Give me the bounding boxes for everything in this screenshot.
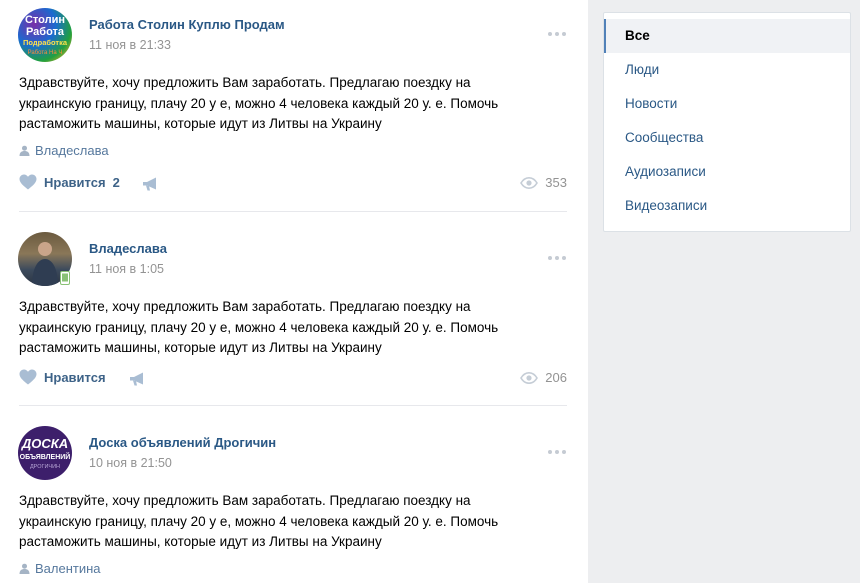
avatar[interactable]: Столин Работа Подработка Работа На Ч [18,8,72,62]
svg-text:Столин: Столин [25,14,65,26]
eye-icon [520,371,539,384]
svg-text:ДОСКА: ДОСКА [21,436,68,451]
svg-text:Работа На Ч: Работа На Ч [28,50,63,56]
post-actions: Нравится 2 353 [19,174,567,194]
filter-communities[interactable]: Сообщества [604,121,850,155]
more-actions-icon[interactable] [548,256,566,260]
post-author-link[interactable]: Работа Столин Куплю Продам [89,17,285,32]
post-actions: Нравится 206 [19,369,567,389]
filter-all[interactable]: Все [604,19,850,53]
filter-news[interactable]: Новости [604,87,850,121]
post-author-link[interactable]: Владеслава [89,241,167,256]
post-header: Владеслава 11 ноя в 1:05 [18,232,578,286]
like-count: 2 [112,174,120,190]
eye-icon [520,176,539,189]
user-icon [19,145,30,156]
like-label: Нравится [44,174,106,190]
post-date-link[interactable]: 11 ноя в 21:33 [89,38,171,52]
post-signer-name: Владеслава [35,143,109,158]
share-button[interactable] [129,371,147,390]
filter-video[interactable]: Видеозаписи [604,189,850,223]
like-button[interactable]: Нравится 2 [19,174,120,190]
post: Столин Работа Подработка Работа На Ч Раб… [0,0,588,212]
svg-text:ДРОГИЧИН: ДРОГИЧИН [30,464,60,470]
post-divider [19,211,567,212]
post-text: Здравствуйте, хочу предложить Вам зарабо… [19,493,499,549]
like-button[interactable]: Нравится [19,369,106,385]
post-text: Здравствуйте, хочу предложить Вам зарабо… [19,75,499,131]
post-divider [19,405,567,406]
svg-text:Работа: Работа [26,26,65,38]
svg-text:Подработка: Подработка [23,38,68,47]
post-header: ДОСКА ОБЪЯВЛЕНИЙ ДРОГИЧИН Доска объявлен… [18,426,578,480]
post-signer[interactable]: Валентина [19,561,101,576]
share-button[interactable] [142,176,160,195]
views-count: 353 [545,175,567,190]
post-header: Столин Работа Подработка Работа На Ч Раб… [18,8,578,62]
views-count: 206 [545,370,567,385]
avatar-logo-icon: Столин Работа Подработка Работа На Ч [23,14,68,56]
views-counter: 206 [520,370,567,385]
news-feed: Столин Работа Подработка Работа На Ч Раб… [0,0,588,583]
search-filter-menu: Все Люди Новости Сообщества Аудиозаписи … [603,12,851,232]
filter-people[interactable]: Люди [604,53,850,87]
more-actions-icon[interactable] [548,32,566,36]
post-date-link[interactable]: 10 ноя в 21:50 [89,456,172,470]
user-icon [19,563,30,574]
svg-text:ОБЪЯВЛЕНИЙ: ОБЪЯВЛЕНИЙ [20,452,71,461]
mobile-online-icon [60,271,70,285]
filter-audio[interactable]: Аудиозаписи [604,155,850,189]
post-signer-name: Валентина [35,561,101,576]
like-label: Нравится [44,369,106,385]
post-author-link[interactable]: Доска объявлений Дрогичин [89,435,276,450]
megaphone-icon [143,177,156,191]
post-signer[interactable]: Владеслава [19,143,109,158]
avatar-logo-icon: ДОСКА ОБЪЯВЛЕНИЙ ДРОГИЧИН [20,436,71,470]
megaphone-icon [130,372,143,386]
post-text: Здравствуйте, хочу предложить Вам зарабо… [19,299,499,355]
views-counter: 353 [520,175,567,190]
avatar[interactable]: ДОСКА ОБЪЯВЛЕНИЙ ДРОГИЧИН [18,426,72,480]
heart-icon [19,174,37,190]
more-actions-icon[interactable] [548,450,566,454]
post: Владеслава 11 ноя в 1:05 Здравствуйте, х… [0,224,588,406]
post: ДОСКА ОБЪЯВЛЕНИЙ ДРОГИЧИН Доска объявлен… [0,418,588,583]
post-date-link[interactable]: 11 ноя в 1:05 [89,262,164,276]
heart-icon [19,369,37,385]
